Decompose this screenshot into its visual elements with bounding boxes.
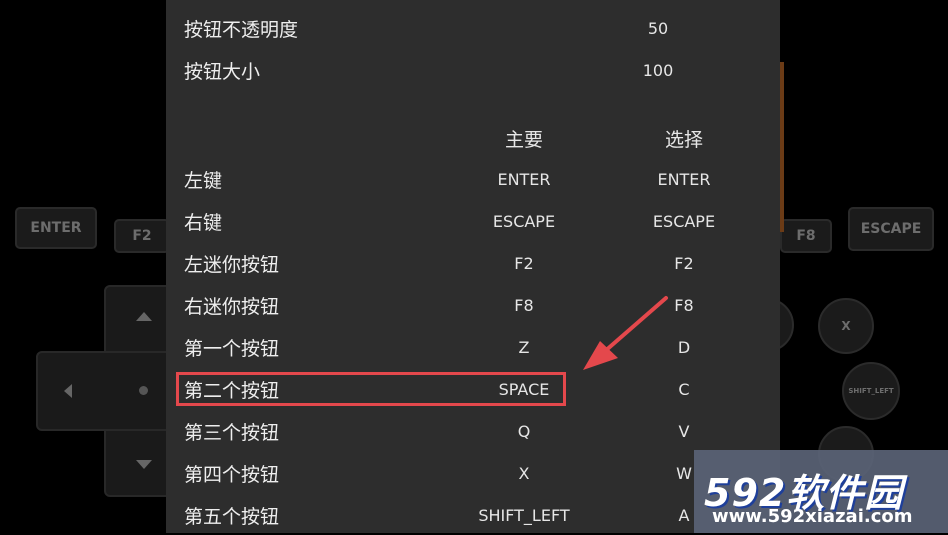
watermark-url: www.592xiazai.com (712, 506, 913, 527)
f8-button[interactable]: F8 (780, 219, 832, 253)
primary-key-value[interactable]: Q (454, 422, 594, 441)
primary-key-value[interactable]: X (454, 464, 594, 483)
size-label: 按钮大小 (184, 60, 261, 83)
size-value[interactable]: 100 (588, 61, 728, 80)
mapping-label: 第三个按钮 (184, 421, 280, 444)
primary-key-value[interactable]: SPACE (454, 380, 594, 399)
mapping-label: 第一个按钮 (184, 337, 280, 360)
mapping-label: 右迷你按钮 (184, 295, 280, 318)
opacity-value[interactable]: 50 (588, 19, 728, 38)
shift-left-button[interactable]: SHIFT_LEFT (842, 362, 900, 420)
primary-key-value[interactable]: ESCAPE (454, 212, 594, 231)
f2-button[interactable]: F2 (114, 219, 170, 253)
alternate-key-value[interactable]: D (614, 338, 754, 357)
mapping-row-button-3[interactable]: 第三个按钮 Q V (166, 411, 780, 451)
opacity-setting-row[interactable]: 按钮不透明度 50 (166, 8, 780, 48)
alternate-key-value[interactable]: C (614, 380, 754, 399)
arrow-left-icon[interactable] (64, 384, 72, 398)
mapping-label: 第五个按钮 (184, 505, 280, 528)
mapping-row-right-click[interactable]: 右键 ESCAPE ESCAPE (166, 201, 780, 241)
enter-button[interactable]: ENTER (15, 207, 97, 249)
alternate-key-value[interactable]: V (614, 422, 754, 441)
mapping-row-button-5[interactable]: 第五个按钮 SHIFT_LEFT A (166, 495, 780, 535)
primary-column-header: 主要 (504, 128, 543, 151)
alternate-key-value[interactable]: F8 (614, 296, 754, 315)
alternate-key-value[interactable]: F2 (614, 254, 754, 273)
button-settings-panel: 按钮不透明度 50 按钮大小 100 主要 选择 左键 ENTER ENTER … (166, 0, 780, 533)
arrow-down-icon[interactable] (136, 460, 152, 469)
mapping-row-left-click[interactable]: 左键 ENTER ENTER (166, 159, 780, 199)
size-setting-row[interactable]: 按钮大小 100 (166, 50, 780, 90)
game-screen-edge (780, 62, 784, 232)
primary-key-value[interactable]: F2 (454, 254, 594, 273)
alternate-key-value[interactable]: ENTER (614, 170, 754, 189)
mapping-row-button-2[interactable]: 第二个按钮 SPACE C (166, 369, 780, 409)
dpad-center-dot-icon (139, 386, 148, 395)
mapping-label: 左键 (184, 169, 223, 192)
mapping-row-button-1[interactable]: 第一个按钮 Z D (166, 327, 780, 367)
primary-key-value[interactable]: F8 (454, 296, 594, 315)
escape-button[interactable]: ESCAPE (848, 207, 934, 251)
mapping-label: 右键 (184, 211, 223, 234)
watermark-logo: 592软件园 (704, 471, 904, 515)
alternate-column-header: 选择 (664, 128, 703, 151)
mapping-label: 左迷你按钮 (184, 253, 280, 276)
mapping-row-button-4[interactable]: 第四个按钮 X W (166, 453, 780, 493)
opacity-label: 按钮不透明度 (184, 18, 299, 41)
mapping-header-row: 主要 选择 (166, 118, 780, 158)
mapping-row-left-mini[interactable]: 左迷你按钮 F2 F2 (166, 243, 780, 283)
arrow-up-icon[interactable] (136, 312, 152, 321)
primary-key-value[interactable]: SHIFT_LEFT (454, 506, 594, 525)
mapping-label: 第二个按钮 (184, 379, 280, 402)
alternate-key-value[interactable]: ESCAPE (614, 212, 754, 231)
primary-key-value[interactable]: Z (454, 338, 594, 357)
mapping-label: 第四个按钮 (184, 463, 280, 486)
x-button[interactable]: X (818, 298, 874, 354)
mapping-row-right-mini[interactable]: 右迷你按钮 F8 F8 (166, 285, 780, 325)
primary-key-value[interactable]: ENTER (454, 170, 594, 189)
